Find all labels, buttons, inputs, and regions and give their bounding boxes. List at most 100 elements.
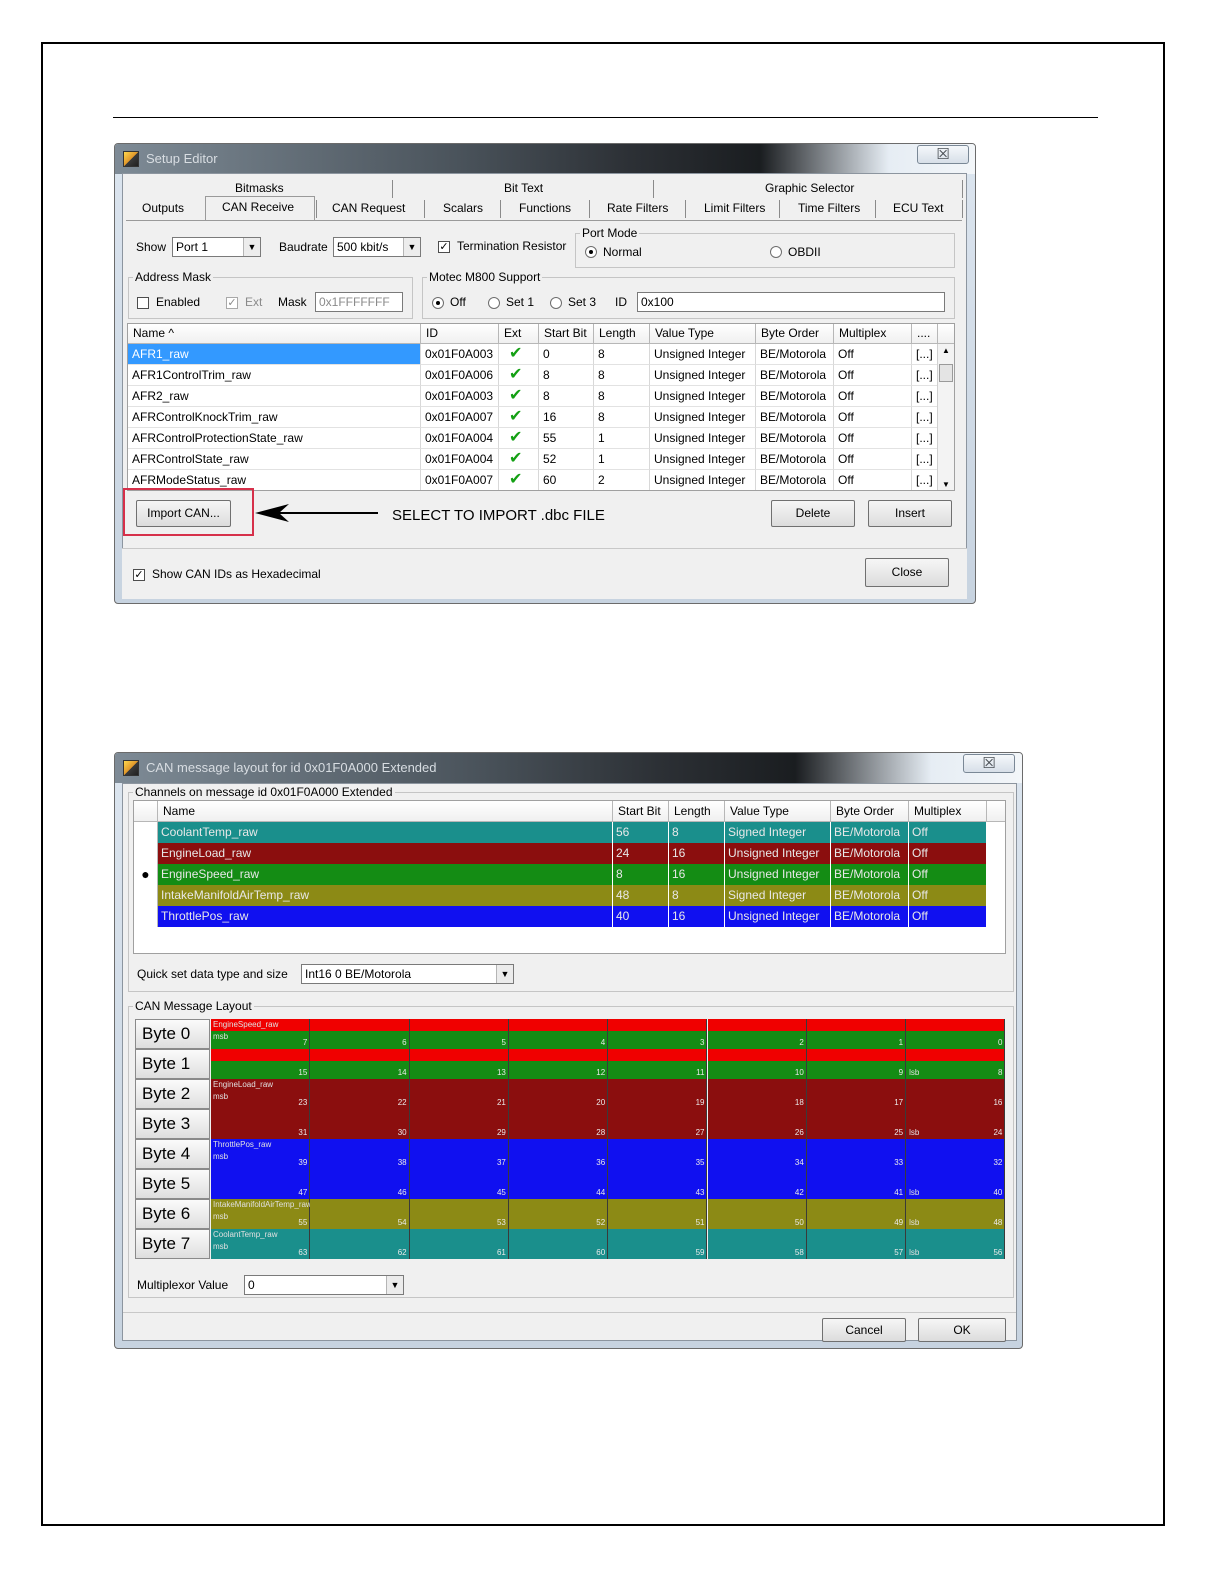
bit-cell[interactable]: 26 <box>707 1109 807 1139</box>
table-row[interactable]: AFRControlProtectionState_raw 0x01F0A004 ✔… <box>128 428 938 449</box>
bit-cell[interactable]: 19 <box>608 1079 708 1109</box>
byte-row-button[interactable]: Byte 5 <box>135 1169 210 1199</box>
byte-row-button[interactable]: Byte 0 <box>135 1019 210 1049</box>
table-row[interactable]: ● EngineSpeed_raw 8 16 Unsigned Integer BE/Mo… <box>134 864 1005 885</box>
bit-cell[interactable]: 40 lsb <box>906 1169 1006 1199</box>
table-row[interactable]: AFRControlKnockTrim_raw 0x01F0A007 ✔ 16 8 Uns… <box>128 407 938 428</box>
bit-cell[interactable]: 55 IntakeManifoldAirTemp_raw msb <box>211 1199 312 1229</box>
table-row[interactable]: AFR2_raw 0x01F0A003 ✔ 8 8 Unsigned Integer BE/… <box>128 386 938 407</box>
bit-cell[interactable]: 12 <box>508 1049 609 1079</box>
bit-cell[interactable]: 34 <box>707 1139 807 1169</box>
bit-cell[interactable]: 50 <box>707 1199 807 1229</box>
bit-cell[interactable]: 16 <box>906 1079 1006 1109</box>
cancel-button[interactable]: Cancel <box>822 1318 906 1342</box>
bit-cell[interactable]: 6 <box>310 1019 410 1049</box>
bit-cell[interactable]: 24 lsb <box>906 1109 1006 1139</box>
tab-outputs[interactable]: Outputs <box>142 201 184 215</box>
column-header-multiplex[interactable]: Multiplex <box>909 801 987 822</box>
show-hex-checkbox[interactable]: ✓ <box>133 569 145 581</box>
bit-cell[interactable]: 33 <box>806 1139 907 1169</box>
column-header-value-type[interactable]: Value Type <box>650 324 756 344</box>
bit-cell[interactable]: 57 <box>806 1229 907 1259</box>
bit-cell[interactable]: 53 <box>409 1199 509 1229</box>
column-header-start-bit[interactable]: Start Bit <box>539 324 594 344</box>
table-row[interactable]: AFRControlState_raw 0x01F0A004 ✔ 52 1 Unsigne… <box>128 449 938 470</box>
bit-cell[interactable]: 52 <box>508 1199 609 1229</box>
vertical-scrollbar[interactable]: ▲ ▼ <box>937 344 954 490</box>
close-window-button[interactable]: ☒ <box>917 145 969 164</box>
bit-cell[interactable]: 51 <box>608 1199 708 1229</box>
column-header-length[interactable]: Length <box>669 801 725 822</box>
bit-cell[interactable]: 54 <box>310 1199 410 1229</box>
column-header-name[interactable]: Name <box>158 801 613 822</box>
tab-graphic-selector[interactable]: Graphic Selector <box>765 181 854 195</box>
bit-cell[interactable]: 29 <box>409 1109 509 1139</box>
bit-cell[interactable]: 59 <box>608 1229 708 1259</box>
bit-cell[interactable]: 7 EngineSpeed_raw msb <box>211 1019 311 1049</box>
column-header-value-type[interactable]: Value Type <box>725 801 831 822</box>
bit-cell[interactable]: 44 <box>508 1169 609 1199</box>
tab-rate-filters[interactable]: Rate Filters <box>607 201 668 215</box>
bit-cell[interactable]: 42 <box>707 1169 807 1199</box>
table-row[interactable]: ThrottlePos_raw 40 16 Unsigned Integer BE/Mo… <box>134 906 1005 927</box>
column-header-byte-order[interactable]: Byte Order <box>756 324 834 344</box>
import-can-button[interactable]: Import CAN... <box>136 500 231 527</box>
termination-resistor-checkbox[interactable]: ✓ <box>438 241 450 253</box>
bit-cell[interactable]: 39 ThrottlePos_raw msb <box>211 1139 311 1169</box>
table-row[interactable]: EngineLoad_raw 24 16 Unsigned Integer BE/Mot… <box>134 843 1005 864</box>
motec-off-radio[interactable] <box>432 297 444 309</box>
bit-cell[interactable]: 62 <box>310 1229 410 1259</box>
ok-button[interactable]: OK <box>918 1318 1006 1342</box>
bit-cell[interactable]: 41 <box>806 1169 907 1199</box>
bit-cell[interactable]: 38 <box>310 1139 410 1169</box>
bit-cell[interactable]: 37 <box>409 1139 509 1169</box>
bit-cell[interactable]: 13 <box>409 1049 509 1079</box>
bit-cell[interactable]: 20 <box>508 1079 609 1109</box>
bit-cell[interactable]: 11 <box>608 1049 708 1079</box>
bit-cell[interactable]: 10 <box>707 1049 807 1079</box>
scroll-thumb[interactable] <box>939 364 953 382</box>
column-header-byte-order[interactable]: Byte Order <box>831 801 909 822</box>
column-header-start-bit[interactable]: Start Bit <box>613 801 669 822</box>
insert-button[interactable]: Insert <box>868 500 952 527</box>
scroll-up-icon[interactable]: ▲ <box>938 346 954 355</box>
byte-row-button[interactable]: Byte 4 <box>135 1139 210 1169</box>
tab-ecu-text[interactable]: ECU Text <box>893 201 943 215</box>
byte-row-button[interactable]: Byte 6 <box>135 1199 210 1229</box>
bit-cell[interactable]: 35 <box>608 1139 708 1169</box>
bit-cell[interactable]: 28 <box>508 1109 609 1139</box>
delete-button[interactable]: Delete <box>771 500 855 527</box>
bit-cell[interactable]: 9 <box>806 1049 907 1079</box>
bit-cell[interactable]: 21 <box>409 1079 509 1109</box>
bit-cell[interactable]: 56 lsb <box>906 1229 1006 1259</box>
multiplexor-select[interactable]: 0 ▼ <box>244 1275 404 1295</box>
column-header-more[interactable]: .... <box>912 324 938 344</box>
bit-cell[interactable]: 48 lsb <box>906 1199 1006 1229</box>
motec-id-input[interactable]: 0x100 <box>637 292 945 312</box>
bit-cell[interactable]: 8 lsb <box>906 1049 1006 1079</box>
column-header-id[interactable]: ID <box>421 324 499 344</box>
column-header-name[interactable]: Name ^ <box>128 324 421 344</box>
byte-row-button[interactable]: Byte 1 <box>135 1049 210 1079</box>
bit-cell[interactable]: 2 <box>707 1019 807 1049</box>
byte-row-button[interactable]: Byte 3 <box>135 1109 210 1139</box>
bit-cell[interactable]: 23 EngineLoad_raw msb <box>211 1079 311 1109</box>
bit-cell[interactable]: 18 <box>707 1079 807 1109</box>
bit-cell[interactable]: 17 <box>806 1079 907 1109</box>
bit-cell[interactable]: 30 <box>310 1109 410 1139</box>
port-mode-obdii-radio[interactable] <box>770 246 782 258</box>
table-row[interactable]: CoolantTemp_raw 56 8 Signed Integer BE/Motor… <box>134 822 1005 843</box>
bit-cell[interactable]: 43 <box>608 1169 708 1199</box>
bit-cell[interactable]: 27 <box>608 1109 708 1139</box>
close-button[interactable]: Close <box>865 558 949 587</box>
bit-cell[interactable]: 49 <box>806 1199 907 1229</box>
close-window-button[interactable]: ☒ <box>963 754 1015 773</box>
tab-can-receive-active[interactable]: CAN Receive <box>205 196 315 221</box>
tab-functions[interactable]: Functions <box>519 201 571 215</box>
tab-bitmasks[interactable]: Bitmasks <box>235 181 284 195</box>
motec-set1-radio[interactable] <box>488 297 500 309</box>
scroll-down-icon[interactable]: ▼ <box>938 480 954 489</box>
tab-scalars[interactable]: Scalars <box>443 201 483 215</box>
bit-cell[interactable]: 25 <box>806 1109 907 1139</box>
tab-can-request[interactable]: CAN Request <box>332 201 405 215</box>
